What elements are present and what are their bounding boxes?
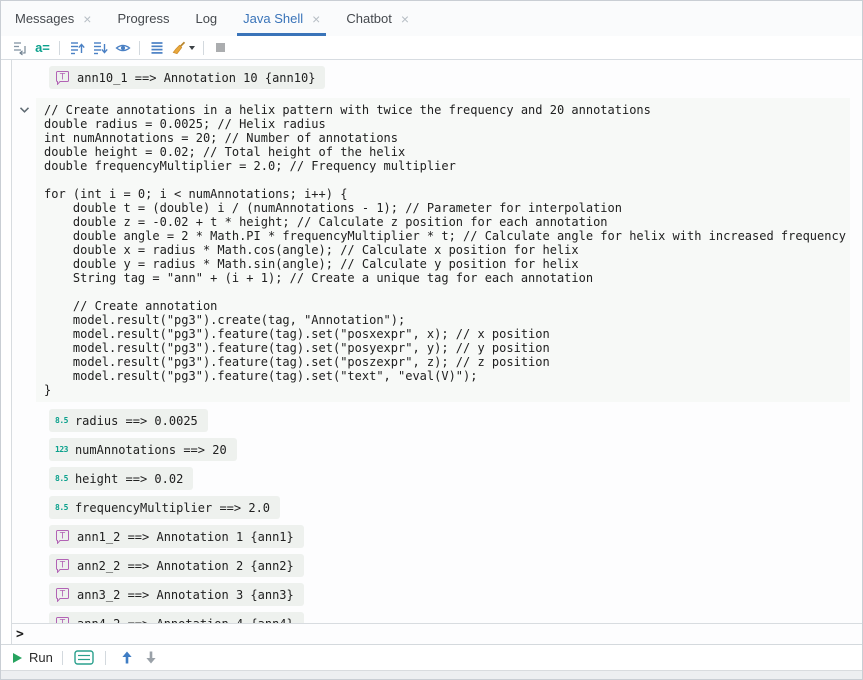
code-block: // Create annotations in a helix pattern… [36, 98, 850, 402]
stop-icon[interactable] [209, 38, 232, 58]
tab-label: Java Shell [243, 11, 303, 26]
code-line: String tag = "ann" + (i + 1); // Create … [44, 271, 850, 285]
chip-text: ann2_2 ==> Annotation 2 {ann2} [77, 559, 294, 573]
result-chip: 8.5 height ==> 0.02 [49, 467, 193, 490]
chevron-down-icon[interactable] [189, 46, 195, 50]
svg-text:T: T [59, 532, 66, 542]
toolbar-separator [139, 41, 140, 55]
code-line: // Create annotations in a helix pattern… [44, 103, 850, 117]
console-output-icon[interactable] [72, 648, 96, 668]
runbar-separator [105, 651, 106, 665]
move-down-icon[interactable] [88, 38, 111, 58]
clear-broom-icon[interactable] [168, 38, 198, 58]
tab-label: Chatbot [346, 11, 392, 26]
chip-text: radius ==> 0.0025 [75, 414, 198, 428]
chip-text: ann3_2 ==> Annotation 3 {ann3} [77, 588, 294, 602]
tab-close-icon[interactable]: × [312, 12, 320, 26]
insert-snippet-icon[interactable] [8, 38, 31, 58]
code-line: } [44, 383, 850, 397]
code-line: model.result("pg3").feature(tag).set("po… [44, 355, 850, 369]
history-up-icon[interactable] [115, 648, 139, 668]
tab-bar: Messages × Progress Log Java Shell × Cha… [1, 1, 862, 36]
show-hide-icon[interactable] [111, 38, 134, 58]
code-line: model.result("pg3").feature(tag).set("po… [44, 341, 850, 355]
tab-label: Messages [15, 11, 74, 26]
annotation-icon: T [55, 70, 70, 85]
tab-log[interactable]: Log [182, 1, 230, 36]
result-chip: 123 numAnnotations ==> 20 [49, 438, 237, 461]
annotation-icon: T [55, 529, 70, 544]
code-line: double x = radius * Math.cos(angle); // … [44, 243, 850, 257]
tab-progress[interactable]: Progress [104, 1, 182, 36]
code-line: for (int i = 0; i < numAnnotations; i++)… [44, 187, 850, 201]
run-bar: Run [1, 644, 862, 670]
tab-label: Progress [117, 11, 169, 26]
chip-text: ann10_1 ==> Annotation 10 {ann10} [77, 71, 315, 85]
bottom-strip [1, 670, 862, 679]
result-chip: 8.5 radius ==> 0.0025 [49, 409, 208, 432]
result-chip: T ann3_2 ==> Annotation 3 {ann3} [49, 583, 304, 606]
code-line: model.result("pg3").feature(tag).set("te… [44, 369, 850, 383]
move-up-icon[interactable] [65, 38, 88, 58]
type-icon: 8.5 [55, 503, 68, 512]
code-line: // Create annotation [44, 299, 850, 313]
toolbar-separator [203, 41, 204, 55]
toolbar-separator [59, 41, 60, 55]
chip-text: ann1_2 ==> Annotation 1 {ann1} [77, 530, 294, 544]
code-line: double t = (double) i / (numAnnotations … [44, 201, 850, 215]
code-line: int numAnnotations = 20; // Number of an… [44, 131, 850, 145]
code-line: model.result("pg3").feature(tag).set("po… [44, 327, 850, 341]
svg-text:T: T [59, 590, 66, 600]
chip-text: frequencyMultiplier ==> 2.0 [75, 501, 270, 515]
result-chip: T ann10_1 ==> Annotation 10 {ann10} [49, 66, 325, 89]
code-line [44, 285, 850, 299]
annotation-icon: T [55, 558, 70, 573]
history-down-icon[interactable] [139, 648, 163, 668]
run-label: Run [29, 650, 53, 665]
tab-close-icon[interactable]: × [83, 12, 91, 26]
tab-messages[interactable]: Messages × [2, 1, 104, 36]
prompt-input[interactable]: > [12, 623, 862, 644]
annotation-icon: T [55, 616, 70, 623]
shell-panel: T ann10_1 ==> Annotation 10 {ann10} // C… [11, 60, 862, 644]
tab-java-shell[interactable]: Java Shell × [230, 1, 333, 36]
chip-text: numAnnotations ==> 20 [75, 443, 227, 457]
code-gutter [12, 98, 36, 402]
shell-history: T ann10_1 ==> Annotation 10 {ann10} // C… [12, 60, 862, 623]
java-shell-window: Messages × Progress Log Java Shell × Cha… [0, 0, 863, 680]
code-line: double radius = 0.0025; // Helix radius [44, 117, 850, 131]
variables-icon[interactable]: a= [31, 38, 54, 58]
history-list-icon[interactable] [145, 38, 168, 58]
result-chip: T ann2_2 ==> Annotation 2 {ann2} [49, 554, 304, 577]
result-chips: 8.5 radius ==> 0.0025 123 numAnnotations… [49, 409, 862, 623]
prompt-symbol: > [16, 627, 24, 642]
result-chip: 8.5 frequencyMultiplier ==> 2.0 [49, 496, 280, 519]
result-chip: T ann4_2 ==> Annotation 4 {ann4} [49, 612, 304, 623]
run-button[interactable]: Run [13, 650, 53, 665]
chip-text: height ==> 0.02 [75, 472, 183, 486]
runbar-separator [62, 651, 63, 665]
type-icon: 8.5 [55, 474, 68, 483]
type-icon: 123 [55, 445, 68, 454]
shell-toolbar: a= [1, 36, 862, 60]
play-icon [13, 653, 22, 663]
type-icon: 8.5 [55, 416, 68, 425]
top-chip-slot: T ann10_1 ==> Annotation 10 {ann10} [49, 66, 862, 90]
svg-text:T: T [59, 73, 66, 83]
code-line [44, 173, 850, 187]
annotation-icon: T [55, 587, 70, 602]
tab-chatbot[interactable]: Chatbot × [333, 1, 422, 36]
code-row: // Create annotations in a helix pattern… [12, 98, 862, 402]
svg-text:T: T [59, 561, 66, 571]
result-chip: T ann1_2 ==> Annotation 1 {ann1} [49, 525, 304, 548]
fold-chevron-icon[interactable] [19, 105, 30, 115]
code-line: double z = -0.02 + t * height; // Calcul… [44, 215, 850, 229]
tab-close-icon[interactable]: × [401, 12, 409, 26]
tab-label: Log [195, 11, 217, 26]
code-line: double angle = 2 * Math.PI * frequencyMu… [44, 229, 850, 243]
code-line: double height = 0.02; // Total height of… [44, 145, 850, 159]
code-line: double frequencyMultiplier = 2.0; // Fre… [44, 159, 850, 173]
code-line: double y = radius * Math.sin(angle); // … [44, 257, 850, 271]
code-line: model.result("pg3").create(tag, "Annotat… [44, 313, 850, 327]
